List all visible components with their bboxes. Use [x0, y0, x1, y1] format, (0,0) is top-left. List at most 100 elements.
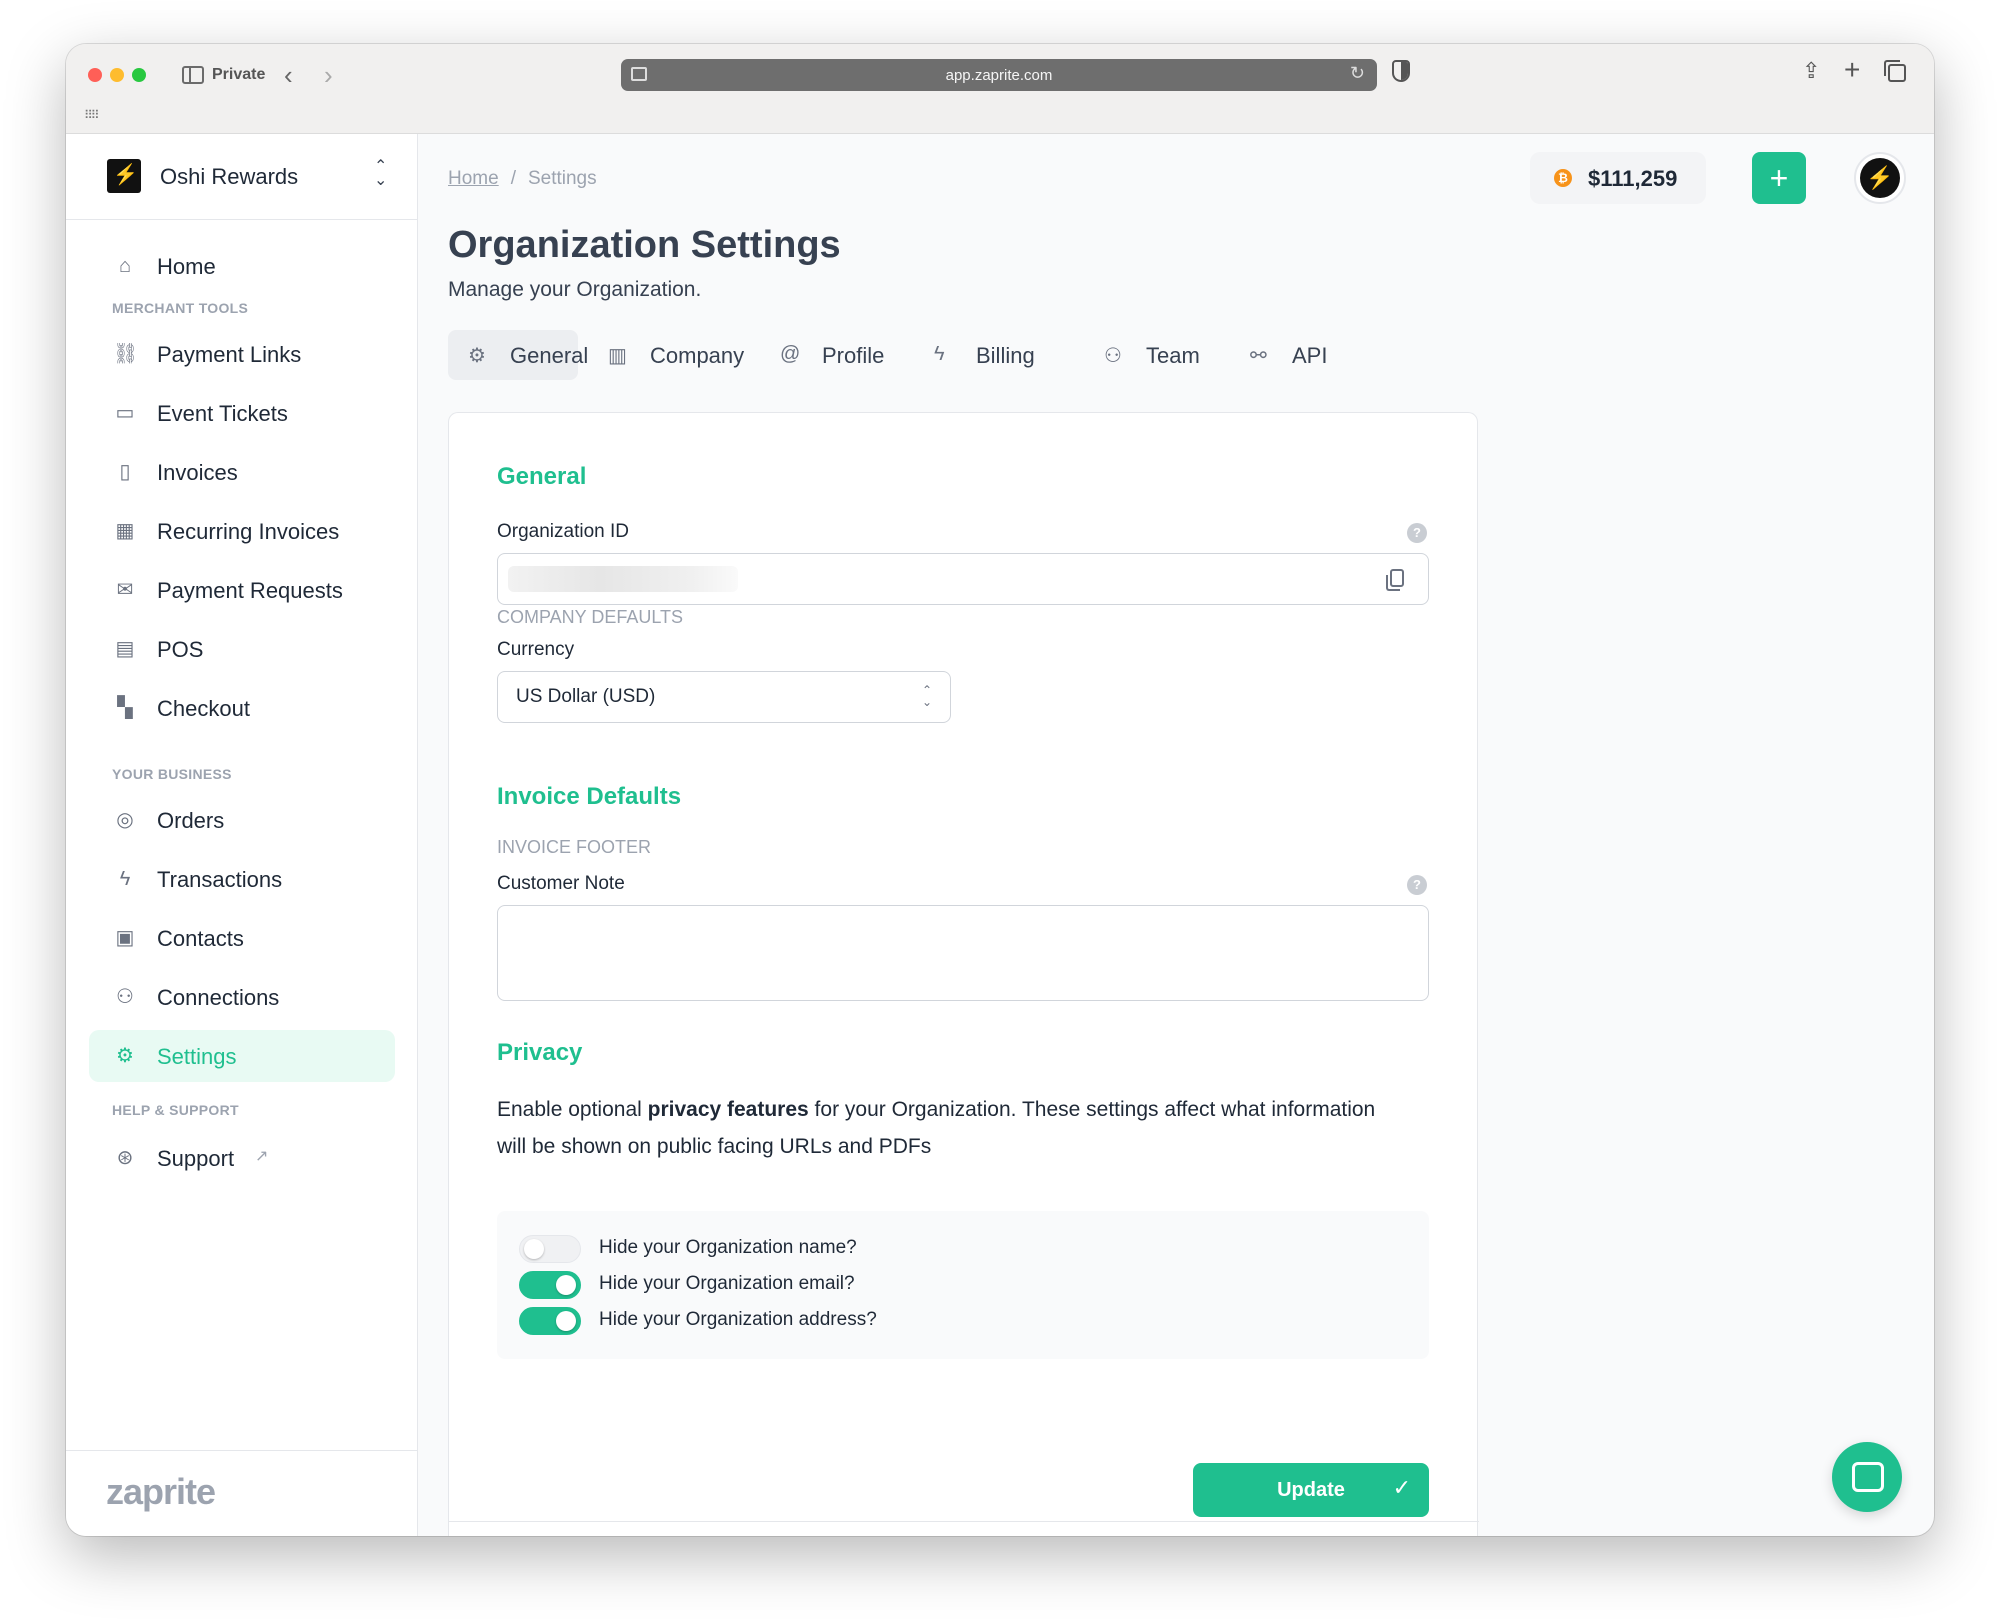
check-circle-icon: ◎ — [116, 809, 134, 831]
sidebar-item-label: Connections — [157, 985, 280, 1010]
balance-badge[interactable]: ₿ $111,259 — [1530, 152, 1706, 204]
currency-label: Currency — [497, 639, 575, 660]
org-id-field[interactable] — [497, 553, 1429, 605]
currency-select[interactable]: US Dollar (USD) ⌃ ⌄ — [497, 671, 951, 723]
toggle-knob — [524, 1239, 544, 1259]
sidebar-item-payment-requests[interactable]: ✉ Payment Requests — [89, 564, 395, 616]
grid-dots-icon[interactable]: ⠿⠿ — [84, 108, 100, 122]
sidebar-item-label: Payment Links — [157, 342, 302, 367]
share-icon[interactable]: ⇪ — [1802, 58, 1820, 84]
sidebar-item-label: Contacts — [157, 926, 244, 951]
breadcrumb: Home / Settings — [448, 168, 597, 190]
invoice-footer-label: INVOICE FOOTER — [497, 837, 652, 857]
sidebar-footer: zaprite — [66, 1450, 418, 1536]
chevron-up-down-icon: ⌃ ⌄ — [921, 683, 932, 709]
sidebar-item-checkout[interactable]: ▚ Checkout — [89, 682, 395, 734]
sidebar-item-label: Recurring Invoices — [157, 519, 340, 544]
qr-code-icon: ▚ — [117, 697, 133, 719]
minimize-window-button[interactable] — [110, 68, 124, 82]
section-label-your-business: YOUR BUSINESS — [112, 766, 232, 782]
section-title-general: General — [497, 463, 587, 490]
main-content: Home / Settings ₿ $111,259 + Organization … — [418, 134, 1934, 1536]
sidebar-item-label: Event Tickets — [157, 401, 288, 426]
org-name: Oshi Rewards — [160, 164, 299, 189]
reload-icon[interactable]: ↻ — [1350, 63, 1365, 84]
sidebar-item-label: Invoices — [157, 460, 238, 485]
help-icon[interactable]: ? — [1407, 875, 1427, 895]
breadcrumb-separator: / — [510, 168, 516, 189]
chat-support-button[interactable] — [1832, 1442, 1902, 1512]
breadcrumb-home-link[interactable]: Home — [448, 168, 499, 189]
sidebar-item-label: Orders — [157, 808, 225, 833]
section-title-invoice-defaults: Invoice Defaults — [497, 783, 682, 810]
sidebar-item-pos[interactable]: ▤ POS — [89, 623, 395, 675]
forward-arrow-icon[interactable]: › — [324, 60, 333, 91]
tab-team[interactable]: ⚇ Team — [1084, 330, 1214, 380]
tab-label: Billing — [976, 343, 1035, 368]
new-tab-icon[interactable]: + — [1844, 54, 1860, 86]
sidebar-item-label: Support — [157, 1146, 235, 1171]
at-sign-icon: @ — [780, 343, 801, 365]
calculator-icon: ▤ — [115, 638, 135, 660]
bitcoin-icon: ₿ — [1554, 169, 1572, 187]
add-button[interactable]: + — [1752, 152, 1806, 204]
tab-billing[interactable]: ϟ Billing — [914, 330, 1044, 380]
sidebar-item-invoices[interactable]: ▯ Invoices — [89, 446, 395, 498]
sidebar-item-label: Transactions — [157, 867, 283, 892]
avatar[interactable] — [1854, 152, 1906, 204]
help-icon[interactable]: ? — [1407, 523, 1427, 543]
toggle-hide-org-address[interactable] — [519, 1307, 581, 1335]
sidebar-item-connections[interactable]: ⚇ Connections — [89, 971, 395, 1023]
org-id-value-redacted — [508, 566, 738, 592]
tab-label: Team — [1146, 343, 1200, 368]
tab-company[interactable]: ▥ Company — [588, 330, 744, 380]
sidebar-item-contacts[interactable]: ▣ Contacts — [89, 912, 395, 964]
sidebar-item-home[interactable]: ⌂ Home — [89, 240, 395, 292]
sidebar-item-transactions[interactable]: ϟ Transactions — [89, 853, 395, 905]
update-button[interactable]: Update ✓ — [1193, 1463, 1429, 1517]
sidebar-item-support[interactable]: ⊛ Support ↗ — [89, 1132, 395, 1184]
tab-overview-icon[interactable] — [1884, 60, 1906, 82]
private-label: Private — [212, 66, 266, 83]
tab-general[interactable]: ⚙ General — [448, 330, 588, 380]
plug-icon: ⚇ — [116, 986, 134, 1008]
sidebar-item-orders[interactable]: ◎ Orders — [89, 794, 395, 846]
ticket-icon: ▭ — [115, 402, 135, 424]
sidebar-item-label: Checkout — [157, 696, 250, 721]
address-bar[interactable]: app.zaprite.com ↻ — [621, 59, 1377, 91]
privacy-shield-icon[interactable] — [1392, 60, 1410, 82]
settings-card: General Organization ID ? COMPANY DEFAUL… — [448, 412, 1479, 1536]
tab-label: General — [510, 343, 589, 368]
home-icon: ⌂ — [118, 255, 132, 277]
tab-api[interactable]: ⚯ API — [1230, 330, 1340, 380]
privacy-text-part: Enable optional — [497, 1098, 648, 1121]
org-switcher[interactable]: Oshi Rewards ⌃⌄ — [66, 134, 418, 220]
users-icon: ⚇ — [1104, 345, 1122, 367]
back-arrow-icon[interactable]: ‹ — [284, 60, 293, 91]
currency-value: US Dollar (USD) — [516, 686, 656, 707]
calendar-icon: ▦ — [115, 520, 135, 542]
close-window-button[interactable] — [88, 68, 102, 82]
gear-icon: ⚙ — [468, 345, 486, 367]
sidebar-item-payment-links[interactable]: ⛓ Payment Links — [89, 328, 395, 380]
privacy-text-bold: privacy features — [647, 1098, 809, 1121]
customer-note-textarea[interactable] — [497, 905, 1429, 1001]
tab-label: API — [1292, 343, 1328, 368]
tab-profile[interactable]: @ Profile — [760, 330, 890, 380]
sidebar-item-settings[interactable]: ⚙ Settings — [89, 1030, 395, 1082]
org-logo-icon — [107, 159, 141, 193]
company-defaults-label: COMPANY DEFAULTS — [497, 607, 684, 627]
section-label-help-support: HELP & SUPPORT — [112, 1102, 239, 1118]
sidebar-item-label: Payment Requests — [157, 578, 343, 603]
sidebar-item-recurring-invoices[interactable]: ▦ Recurring Invoices — [89, 505, 395, 557]
toggle-hide-org-email[interactable] — [519, 1271, 581, 1299]
copy-icon[interactable] — [1386, 569, 1404, 591]
lifebuoy-icon: ⊛ — [116, 1147, 134, 1169]
link-icon: ⛓ — [113, 343, 139, 365]
toggle-hide-org-name[interactable] — [519, 1235, 581, 1263]
sidebar-toggle-icon[interactable] — [182, 66, 204, 84]
maximize-window-button[interactable] — [132, 68, 146, 82]
sidebar-item-event-tickets[interactable]: ▭ Event Tickets — [89, 387, 395, 439]
toggle-knob — [556, 1275, 576, 1295]
lightning-icon: ϟ — [934, 343, 945, 365]
